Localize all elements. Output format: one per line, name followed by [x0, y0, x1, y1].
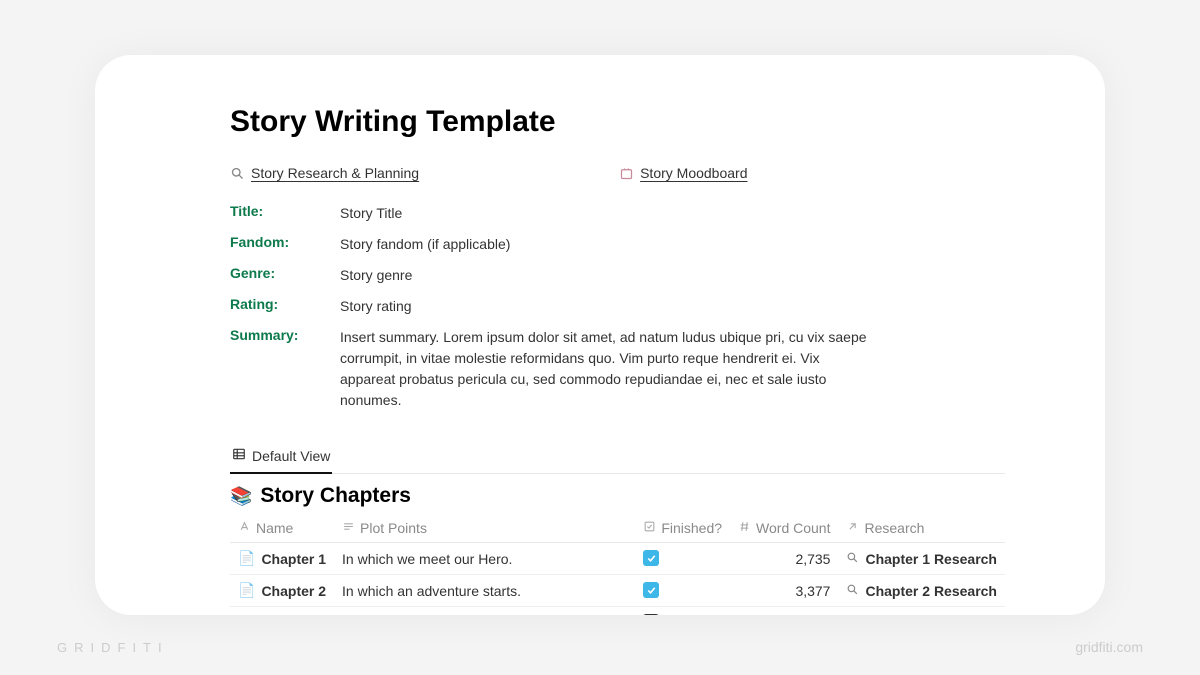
database-title: Story Chapters — [260, 484, 411, 508]
link-label: Story Research & Planning — [251, 165, 419, 181]
col-plot[interactable]: Plot Points — [334, 514, 635, 543]
relation-prop-icon — [846, 520, 859, 536]
page-icon: 📄 — [238, 582, 255, 599]
view-tabs: Default View — [230, 441, 1005, 474]
cell-finished[interactable] — [635, 607, 730, 616]
prop-fandom-label: Fandom: — [230, 234, 340, 255]
prop-title-value[interactable]: Story Title — [340, 203, 870, 224]
link-label: Story Moodboard — [640, 165, 747, 181]
prop-genre-value[interactable]: Story genre — [340, 265, 870, 286]
prop-title-label: Title: — [230, 203, 340, 224]
prop-summary-label: Summary: — [230, 327, 340, 411]
table-row[interactable]: 📄Chapter 3 In which the Hero digs in the… — [230, 607, 1005, 616]
prop-fandom-value[interactable]: Story fandom (if applicable) — [340, 234, 870, 255]
cell-research: Chapter 2 Research — [865, 583, 997, 599]
magnifier-icon — [846, 551, 859, 567]
prop-genre-label: Genre: — [230, 265, 340, 286]
col-research[interactable]: Research — [838, 514, 1005, 543]
table-row[interactable]: 📄 Chapter 1 In which we meet our Hero. 2,… — [230, 543, 1005, 575]
books-icon: 📚 — [230, 486, 252, 507]
magnifier-icon — [846, 583, 859, 599]
col-finished[interactable]: Finished? — [635, 514, 730, 543]
page-icon: 📄 — [238, 550, 255, 567]
text-prop-icon — [342, 520, 355, 536]
subpage-links: Story Research & Planning Story Moodboar… — [230, 165, 1015, 181]
cell-wordcount[interactable]: 3,377 — [730, 575, 838, 607]
cell-finished[interactable] — [635, 575, 730, 607]
prop-rating-value[interactable]: Story rating — [340, 296, 870, 317]
table-row[interactable]: 📄 Chapter 2 In which an adventure starts.… — [230, 575, 1005, 607]
cell-research: Chapter 1 Research — [865, 551, 997, 567]
col-name[interactable]: Name — [230, 514, 334, 543]
text-prop-icon — [238, 520, 251, 536]
link-research-planning[interactable]: Story Research & Planning — [230, 165, 419, 181]
cell-name: Chapter 2 — [261, 583, 326, 599]
magnifier-icon — [230, 166, 245, 181]
moodboard-icon — [619, 166, 634, 181]
notion-page-card: Story Writing Template Story Research & … — [95, 55, 1105, 615]
col-wordcount[interactable]: Word Count — [730, 514, 838, 543]
table-icon — [232, 447, 246, 464]
tab-default-view[interactable]: Default View — [230, 441, 332, 474]
prop-summary-value[interactable]: Insert summary. Lorem ipsum dolor sit am… — [340, 327, 870, 411]
prop-rating-label: Rating: — [230, 296, 340, 317]
number-prop-icon — [738, 520, 751, 536]
cell-finished[interactable] — [635, 543, 730, 575]
cell-wordcount[interactable]: 0 — [730, 607, 838, 616]
checkbox-prop-icon — [643, 520, 656, 536]
link-moodboard[interactable]: Story Moodboard — [619, 165, 747, 181]
tab-label: Default View — [252, 448, 330, 464]
watermark-right: gridfiti.com — [1075, 639, 1143, 655]
database-header: 📚 Story Chapters — [230, 484, 1015, 508]
cell-plot[interactable]: In which an adventure starts. — [334, 575, 635, 607]
cell-plot[interactable]: In which we meet our Hero. — [334, 543, 635, 575]
chapters-table: Name Plot Points Finished? Word Count Re… — [230, 514, 1005, 615]
page-title: Story Writing Template — [230, 105, 1015, 139]
watermark-left: GRIDFITI — [57, 640, 169, 655]
cell-wordcount[interactable]: 2,735 — [730, 543, 838, 575]
cell-name: Chapter 1 — [261, 551, 326, 567]
cell-plot[interactable]: In which the Hero digs in their feet. — [334, 607, 635, 616]
story-properties: Title: Story Title Fandom: Story fandom … — [230, 203, 870, 411]
